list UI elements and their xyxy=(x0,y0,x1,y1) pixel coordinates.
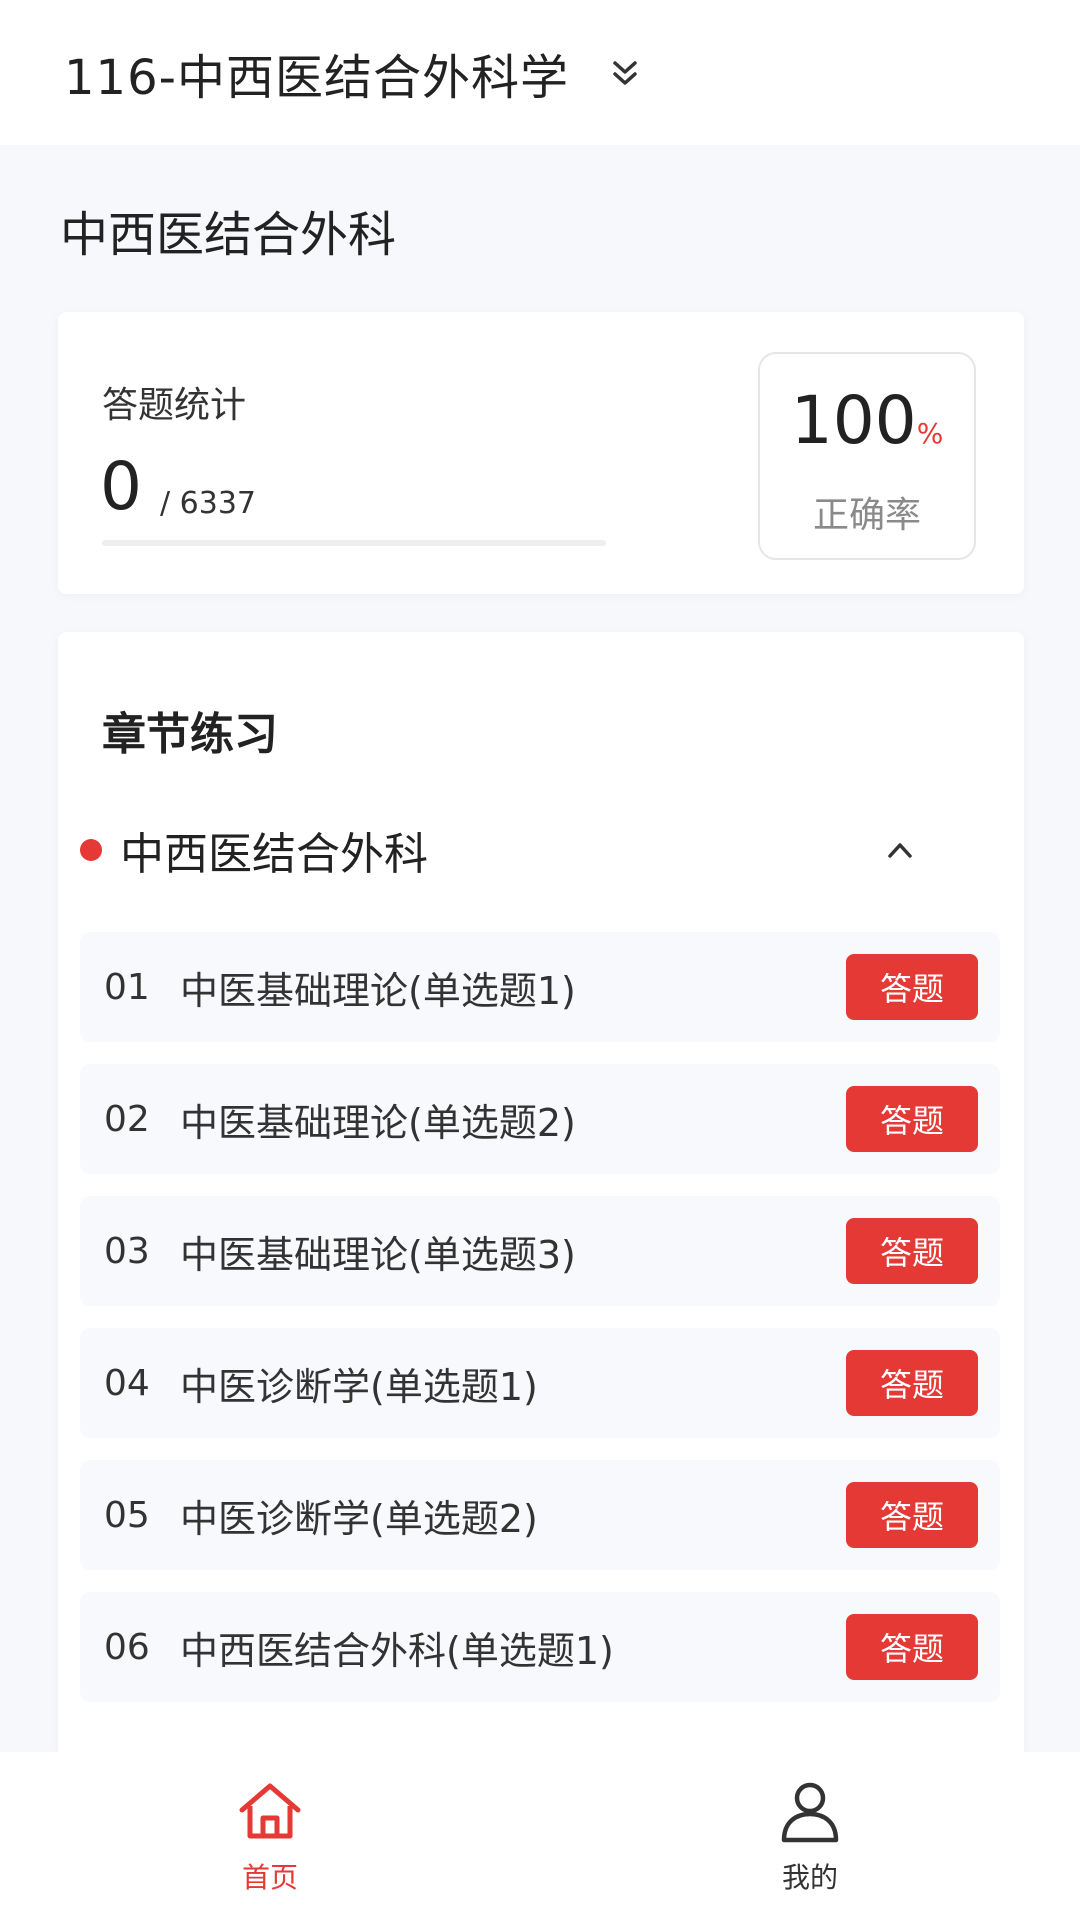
accuracy-value: 100 xyxy=(790,382,917,459)
bottom-nav: 首页 我的 xyxy=(0,1752,1080,1920)
chapter-title: 中医诊断学(单选题2) xyxy=(180,1496,538,1541)
answer-button[interactable]: 答题 xyxy=(846,1482,978,1548)
nav-label-home: 首页 xyxy=(241,1861,298,1894)
nav-item-mine[interactable]: 我的 xyxy=(540,1752,1080,1920)
answer-button[interactable]: 答题 xyxy=(846,954,978,1020)
chapter-number: 06 xyxy=(104,1626,150,1668)
chapter-row-03[interactable]: 03 中医基础理论(单选题3) 答题 xyxy=(80,1196,1000,1306)
chapter-list: 01 中医基础理论(单选题1) 答题 02 中医基础理论(单选题2) 答题 03… xyxy=(80,932,1000,1724)
answer-progress-bar xyxy=(102,540,606,546)
chapter-number: 05 xyxy=(104,1494,150,1536)
stats-label: 答题统计 xyxy=(102,385,247,426)
nav-label-mine: 我的 xyxy=(781,1861,838,1894)
answered-count: 0 xyxy=(100,448,142,525)
total-count: / 6337 xyxy=(160,486,256,521)
section-title: 中西医结合外科 xyxy=(60,207,397,263)
group-dot-icon xyxy=(80,839,102,861)
answer-button[interactable]: 答题 xyxy=(846,1086,978,1152)
nav-item-home[interactable]: 首页 xyxy=(0,1752,540,1920)
chapter-practice-card: 章节练习 中西医结合外科 01 中医基础理论(单选题1) 答题 02 中医基础理… xyxy=(58,632,1024,1752)
chapter-number: 04 xyxy=(104,1362,150,1404)
double-chevron-down-icon[interactable] xyxy=(605,53,645,93)
accuracy-label: 正确率 xyxy=(812,495,921,536)
chapter-number: 03 xyxy=(104,1230,150,1272)
accuracy-rate: 100% xyxy=(760,388,974,454)
chevron-up-icon[interactable] xyxy=(882,832,918,868)
chapter-group-name: 中西医结合外科 xyxy=(120,829,428,880)
chapter-row-04[interactable]: 04 中医诊断学(单选题1) 答题 xyxy=(80,1328,1000,1438)
answer-button[interactable]: 答题 xyxy=(846,1218,978,1284)
chapter-practice-heading: 章节练习 xyxy=(102,709,278,760)
home-icon xyxy=(239,1783,301,1839)
chapter-title: 中医诊断学(单选题1) xyxy=(180,1364,538,1409)
chapter-title: 中医基础理论(单选题3) xyxy=(180,1232,576,1277)
top-bar: 116-中西医结合外科学 xyxy=(0,0,1080,145)
answer-button[interactable]: 答题 xyxy=(846,1614,978,1680)
accuracy-unit: % xyxy=(916,417,944,450)
course-title[interactable]: 116-中西医结合外科学 xyxy=(64,38,569,108)
chapter-row-06[interactable]: 06 中西医结合外科(单选题1) 答题 xyxy=(80,1592,1000,1702)
chapter-title: 中医基础理论(单选题2) xyxy=(180,1100,576,1145)
chapter-row-05[interactable]: 05 中医诊断学(单选题2) 答题 xyxy=(80,1460,1000,1570)
chapter-number: 01 xyxy=(104,966,150,1008)
answer-stats-card: 答题统计 0 / 6337 100% 正确率 xyxy=(58,312,1024,594)
chapter-title: 中西医结合外科(单选题1) xyxy=(180,1628,614,1673)
chapter-title: 中医基础理论(单选题1) xyxy=(180,968,576,1013)
chapter-row-01[interactable]: 01 中医基础理论(单选题1) 答题 xyxy=(80,932,1000,1042)
accuracy-box: 100% 正确率 xyxy=(758,352,976,560)
answer-button[interactable]: 答题 xyxy=(846,1350,978,1416)
chapter-number: 02 xyxy=(104,1098,150,1140)
chapter-row-02[interactable]: 02 中医基础理论(单选题2) 答题 xyxy=(80,1064,1000,1174)
chapter-group-header[interactable]: 中西医结合外科 xyxy=(80,810,1000,890)
user-icon xyxy=(781,1782,839,1843)
